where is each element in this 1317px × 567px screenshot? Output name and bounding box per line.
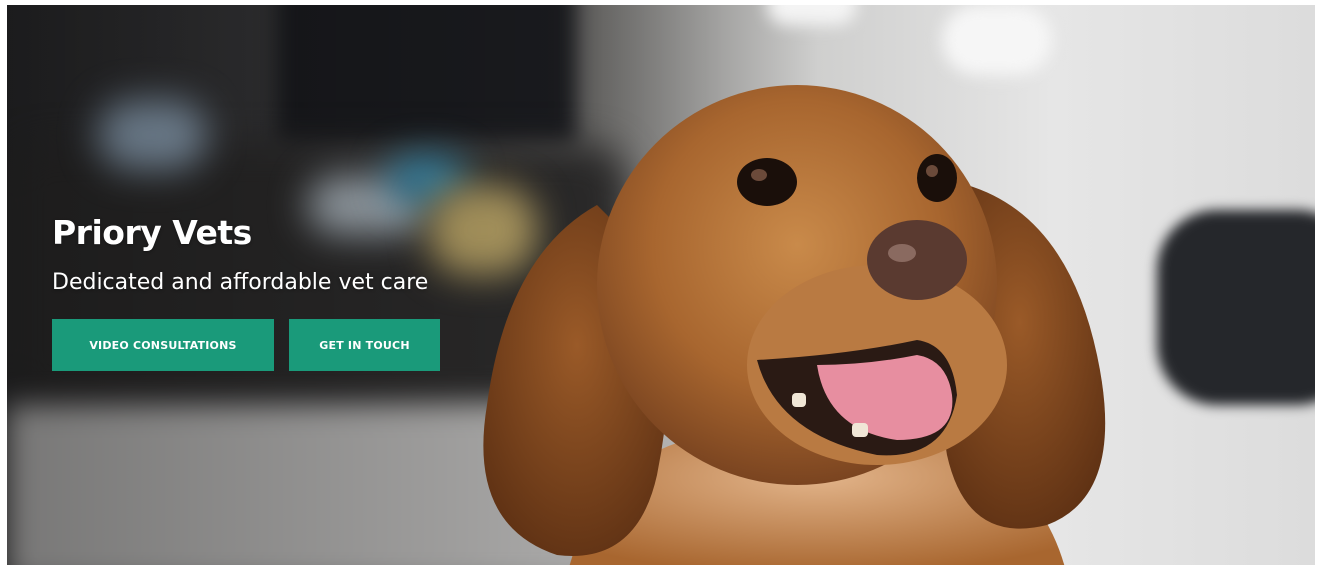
hero-banner: Priory Vets Dedicated and affordable vet… <box>7 5 1315 565</box>
background-chair <box>1157 210 1315 405</box>
background-decoration <box>767 5 857 25</box>
dog-image <box>483 85 1106 565</box>
hero-subtitle: Dedicated and affordable vet care <box>52 270 429 295</box>
get-in-touch-button[interactable]: GET IN TOUCH <box>289 319 440 371</box>
cta-button-group: VIDEO CONSULTATIONS GET IN TOUCH <box>52 319 440 371</box>
hero-copy: Priory Vets Dedicated and affordable vet… <box>52 211 440 371</box>
video-consultations-button[interactable]: VIDEO CONSULTATIONS <box>52 319 274 371</box>
page-title: Priory Vets <box>52 213 252 252</box>
background-decoration <box>942 5 1052 75</box>
